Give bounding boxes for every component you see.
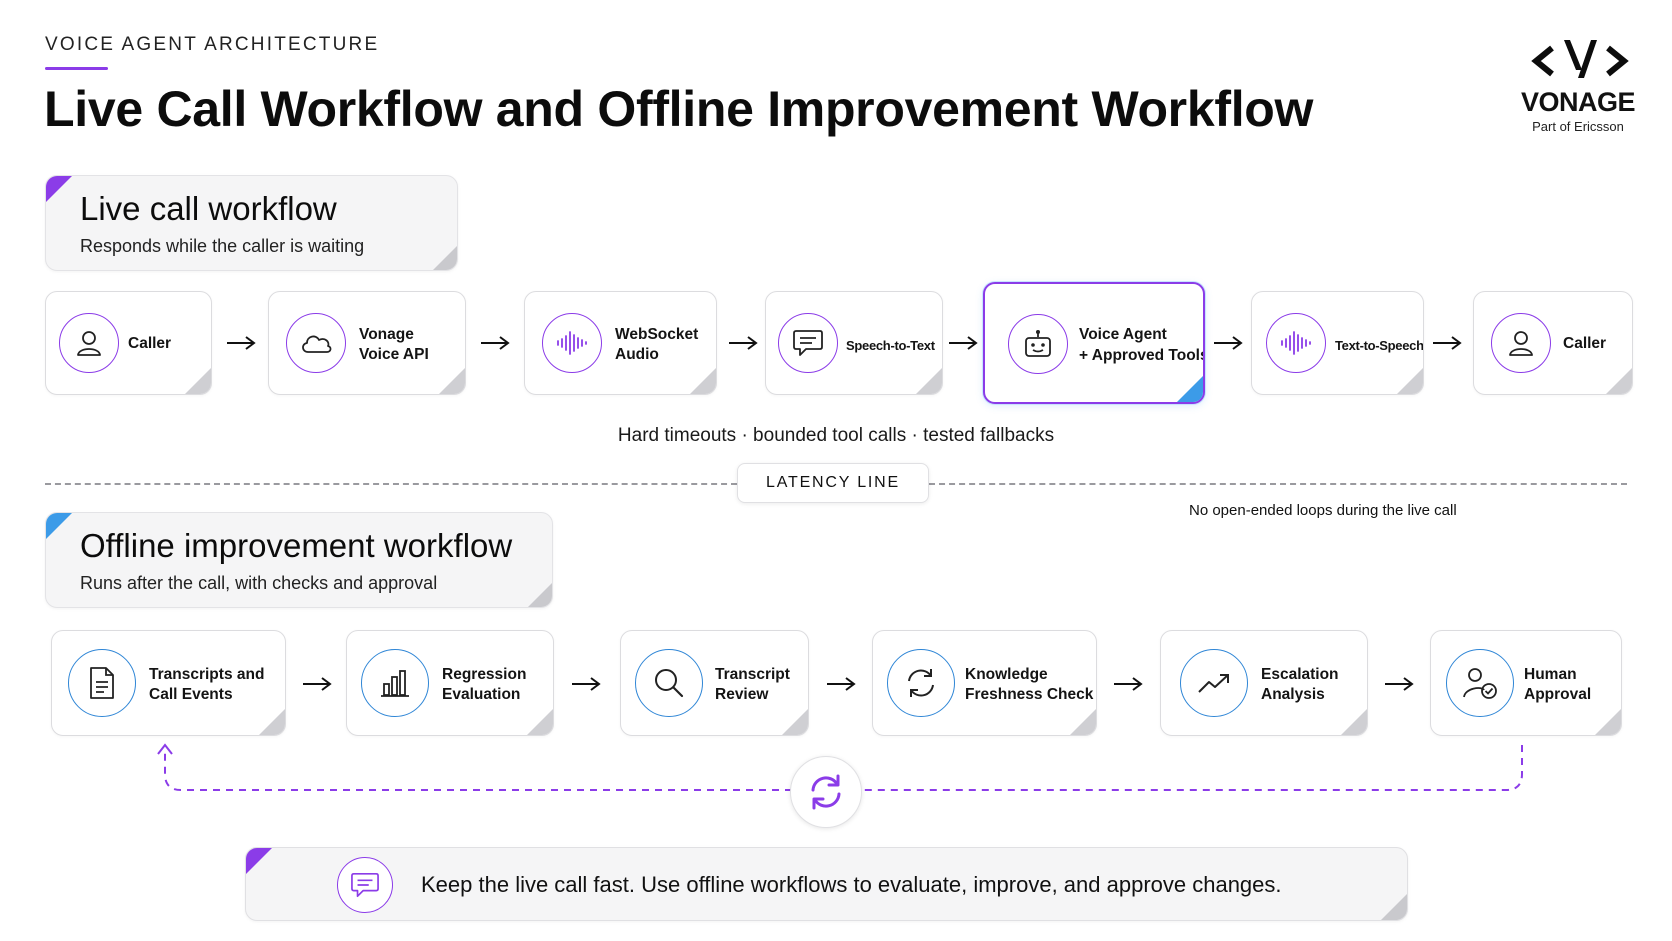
step-label: Text-to-Speech	[1335, 338, 1424, 353]
arrow-right-icon	[227, 336, 256, 350]
logo-subtitle: Part of Ericsson	[1532, 119, 1624, 134]
person-icon	[59, 313, 119, 373]
offline-step-regression-evaluation: Regression Evaluation	[346, 630, 554, 736]
step-label-line2: Evaluation	[442, 686, 521, 703]
offline-section-subtitle: Runs after the call, with checks and app…	[80, 573, 438, 593]
offline-section-title: Offline improvement workflow	[80, 527, 513, 564]
step-label-line2: Call Events	[149, 686, 233, 703]
live-step-text-to-speech: Text-to-Speech	[1251, 291, 1424, 395]
arrow-right-icon	[1385, 677, 1414, 691]
step-label-line2: Freshness Check	[965, 686, 1094, 703]
live-step-caller-return: Caller	[1473, 291, 1633, 395]
step-label-line1: Transcripts and	[149, 666, 265, 683]
step-label-line2: Voice API	[359, 346, 429, 363]
arrow-right-icon	[303, 677, 332, 691]
arrow-right-icon	[1433, 336, 1462, 350]
message-icon	[337, 857, 393, 913]
step-label-line1: Escalation	[1261, 666, 1339, 683]
sync-loop-icon	[790, 756, 862, 828]
step-label: Caller	[1563, 335, 1607, 352]
latency-dashed-line-left	[45, 483, 737, 485]
latency-dashed-line-right	[929, 483, 1627, 485]
corner-fold	[528, 583, 552, 607]
step-label-line1: Voice Agent	[1079, 326, 1167, 343]
chat-bubble-icon	[778, 313, 838, 373]
bar-chart-icon	[361, 649, 429, 717]
step-label: Speech-to-Text	[846, 338, 935, 353]
vonage-logo: VONAGE Part of Ericsson	[1508, 38, 1648, 138]
live-step-caller: Caller	[45, 291, 212, 395]
step-label-line1: Regression	[442, 666, 527, 683]
trend-up-icon	[1180, 649, 1248, 717]
user-check-icon	[1446, 649, 1514, 717]
arrow-right-icon	[729, 336, 758, 350]
live-section-subtitle: Responds while the caller is waiting	[80, 236, 365, 256]
page-title: Live Call Workflow and Offline Improveme…	[44, 81, 1314, 137]
live-section-title: Live call workflow	[80, 190, 337, 227]
vonage-mark-icon	[1531, 40, 1629, 78]
latency-note: No open-ended loops during the live call	[1189, 502, 1457, 519]
eyebrow-underline	[45, 67, 108, 70]
step-label-line1: Human	[1524, 666, 1577, 683]
latency-line-badge: LATENCY LINE	[737, 463, 929, 503]
step-label-line1: Transcript	[715, 666, 790, 683]
step-label-line2: + Approved Tools	[1079, 347, 1205, 364]
corner-accent	[46, 176, 72, 202]
corner-accent	[46, 513, 72, 539]
step-label-line2: Audio	[615, 346, 659, 363]
cloud-icon	[286, 313, 346, 373]
robot-icon	[1008, 314, 1068, 374]
offline-step-transcript-review: Transcript Review	[620, 630, 809, 736]
arrow-right-icon	[1214, 336, 1243, 350]
live-step-vonage-voice-api: Vonage Voice API	[268, 291, 466, 395]
waveform-icon	[542, 313, 602, 373]
live-section-header: Live call workflow Responds while the ca…	[45, 175, 458, 271]
step-label-line1: Vonage	[359, 326, 414, 343]
offline-step-transcripts: Transcripts and Call Events	[51, 630, 286, 736]
arrow-right-icon	[1114, 677, 1143, 691]
live-step-speech-to-text: Speech-to-Text	[765, 291, 943, 395]
summary-banner: Keep the live call fast. Use offline wor…	[245, 847, 1408, 921]
live-constraints-caption: Hard timeouts · bounded tool calls · tes…	[617, 425, 1055, 446]
person-icon	[1491, 313, 1551, 373]
eyebrow-label: VOICE AGENT ARCHITECTURE	[45, 34, 380, 55]
arrow-right-icon	[827, 677, 856, 691]
offline-step-escalation-analysis: Escalation Analysis	[1160, 630, 1368, 736]
corner-fold	[433, 246, 457, 270]
step-label-line1: Knowledge	[965, 666, 1048, 683]
waveform-icon	[1266, 313, 1326, 373]
offline-step-knowledge-freshness: Knowledge Freshness Check	[872, 630, 1097, 736]
arrow-right-icon	[572, 677, 601, 691]
logo-wordmark: VONAGE	[1520, 87, 1636, 117]
step-label-line2: Approval	[1524, 686, 1592, 703]
step-label-line2: Review	[715, 686, 769, 703]
document-icon	[68, 649, 136, 717]
offline-step-human-approval: Human Approval	[1430, 630, 1622, 736]
refresh-icon	[887, 649, 955, 717]
step-label-line1: WebSocket	[615, 326, 699, 343]
summary-text: Keep the live call fast. Use offline wor…	[421, 872, 1282, 897]
step-label-line2: Analysis	[1261, 686, 1325, 703]
arrow-right-icon	[481, 336, 510, 350]
offline-section-header: Offline improvement workflow Runs after …	[45, 512, 553, 608]
step-label: Caller	[128, 335, 172, 352]
arrow-right-icon	[949, 336, 978, 350]
live-step-websocket-audio: WebSocket Audio	[524, 291, 717, 395]
magnifier-icon	[635, 649, 703, 717]
live-step-voice-agent: Voice Agent + Approved Tools	[983, 282, 1205, 404]
